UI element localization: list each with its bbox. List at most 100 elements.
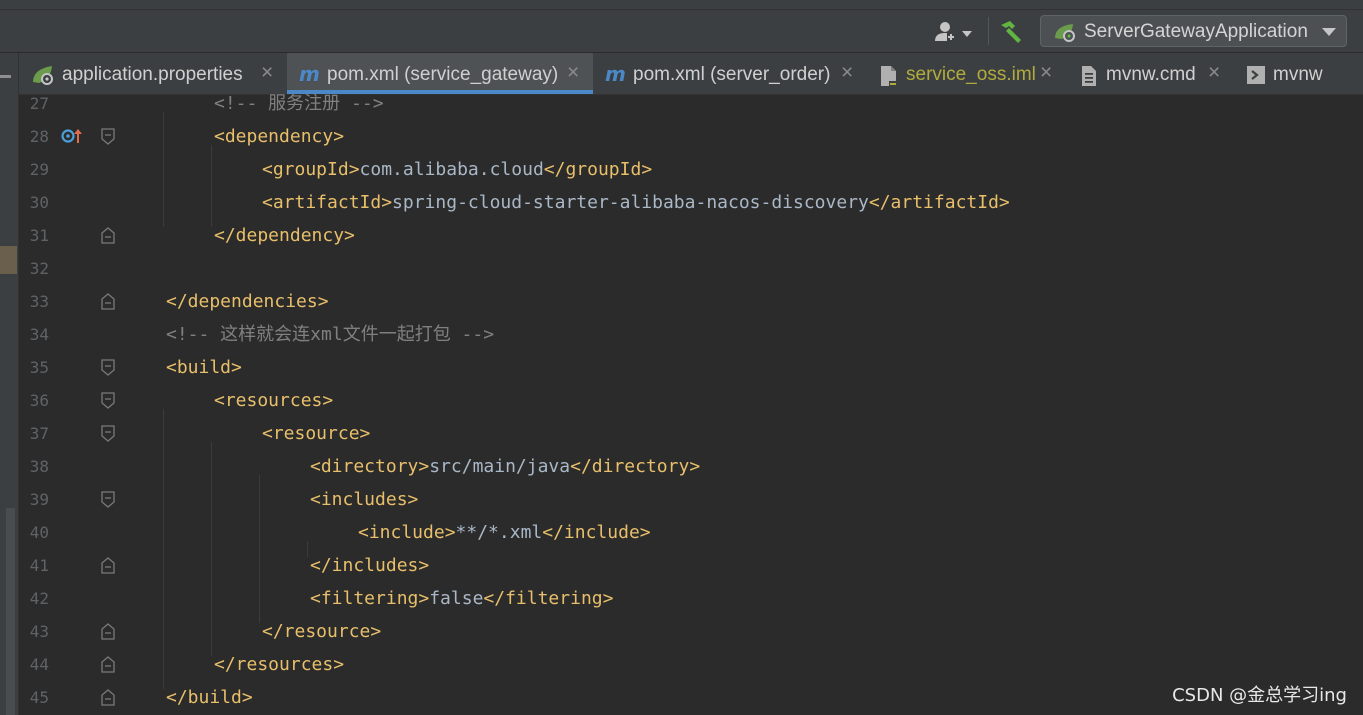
code-line: <build> [166,351,242,384]
line-number: 36 [29,391,49,410]
xml-text: spring-cloud-starter-alibaba-nacos-disco… [392,192,869,213]
spring-leaf-icon [33,66,53,85]
code-line: </resource> [262,615,381,648]
xml-comment: <!-- 服务注册 --> [214,93,384,114]
maven-icon: m [299,65,320,83]
xml-comment: <!-- 这样就会连xml文件一起打包 --> [166,324,495,345]
indent-guide [163,112,164,227]
line-number: 33 [29,292,49,311]
fold-end-icon[interactable] [101,623,115,640]
toolbar-separator [988,17,989,45]
xml-tag: </includes> [310,555,430,576]
tab-label: mvnw.cmd [1106,64,1196,85]
spring-boot-icon [1055,24,1075,42]
code-line: <resources> [214,384,333,417]
code-line: <!-- 服务注册 --> [214,87,384,120]
fold-end-icon[interactable] [101,557,115,574]
current-line-marker [0,246,17,274]
tab-pom-server-order[interactable]: m pom.xml (server_order) × [593,53,869,94]
fold-start-icon[interactable] [101,392,115,409]
xml-text: false [429,588,484,609]
xml-tag: </groupId> [543,159,653,180]
vertical-scrollbar[interactable] [6,508,15,715]
user-icon [935,22,972,41]
line-number: 41 [29,556,49,575]
xml-tag: <artifactId> [262,192,393,213]
line-number: 35 [29,358,49,377]
stripe-marker [0,75,11,78]
fold-end-icon[interactable] [101,227,115,244]
fold-end-icon[interactable] [101,656,115,673]
build-hammer-icon[interactable] [997,19,1023,43]
fold-start-icon[interactable] [101,359,115,376]
chevron-down-icon [1322,28,1336,36]
close-icon[interactable]: × [1040,61,1052,85]
tab-label: pom.xml (service_gateway) [327,64,559,85]
xml-tag: <include> [358,522,456,543]
code-line: <resource> [262,417,370,450]
xml-tag: <groupId> [262,159,360,180]
line-number: 27 [29,94,49,113]
main-toolbar: ServerGatewayApplication [0,0,1363,53]
fold-end-icon[interactable] [101,689,115,706]
svg-text:m: m [605,65,626,83]
run-configuration-dropdown[interactable]: ServerGatewayApplication [1040,15,1347,47]
code-line: <directory>src/main/java</directory> [310,450,700,483]
tab-label: service_oss.iml [906,64,1036,85]
code-line: </dependencies> [166,285,329,318]
left-tool-stripe [0,53,19,715]
code-line: <!-- 这样就会连xml文件一起打包 --> [166,318,494,351]
close-icon[interactable]: × [1208,61,1220,85]
line-number: 31 [29,226,49,245]
close-icon[interactable]: × [841,61,853,85]
code-line: <includes> [310,483,418,516]
close-icon[interactable]: × [567,61,579,85]
xml-tag: <resource> [262,423,371,444]
line-number: 40 [29,523,49,542]
run-configuration-label: ServerGatewayApplication [1084,21,1308,42]
fold-start-icon[interactable] [101,491,115,508]
line-number: 28 [29,127,49,146]
indent-guide [307,541,308,557]
shell-file-icon [1247,66,1265,84]
tab-mvnw-cmd[interactable]: mvnw.cmd × [1069,53,1236,94]
code-editor[interactable]: 27 <!-- 服务注册 --> 28 <dependency> 29 <groupId>… [19,93,1363,715]
fold-start-icon[interactable] [101,425,115,442]
line-number: 30 [29,193,49,212]
account-button[interactable] [932,21,976,43]
svg-text:m: m [299,65,320,83]
code-line: </build> [166,681,253,714]
maven-icon: m [605,65,626,83]
xml-tag: </resource> [262,621,382,642]
tab-mvnw[interactable]: mvnw [1236,53,1363,94]
xml-text: com.alibaba.cloud [359,159,544,180]
xml-tag: </directory> [570,456,701,477]
line-number: 42 [29,589,49,608]
xml-tag: </include> [542,522,651,543]
override-navigation-icon[interactable] [61,126,85,146]
xml-tag: </resources> [214,654,345,675]
fold-end-icon[interactable] [101,293,115,310]
code-line: </resources> [214,648,344,681]
toolbar-divider [0,9,1363,10]
xml-tag: </dependencies> [166,291,329,312]
fold-start-icon[interactable] [101,128,115,145]
line-number: 39 [29,490,49,509]
indent-guide [211,145,212,227]
tab-service-oss-iml[interactable]: service_oss.iml × [869,53,1069,94]
xml-tag: <directory> [310,456,430,477]
xml-tag: </filtering> [483,588,614,609]
indent-guide [211,442,212,656]
line-number: 34 [29,325,49,344]
line-number: 37 [29,424,49,443]
line-number: 45 [29,688,49,707]
xml-tag: <build> [166,357,242,378]
close-icon[interactable]: × [261,61,273,85]
code-line: </dependency> [214,219,355,252]
tab-label: mvnw [1273,64,1323,85]
xml-tag: <filtering> [310,588,430,609]
text-file-icon [1082,66,1096,86]
code-line: <dependency> [214,120,344,153]
line-number: 43 [29,622,49,641]
xml-text: src/main/java [429,456,571,477]
